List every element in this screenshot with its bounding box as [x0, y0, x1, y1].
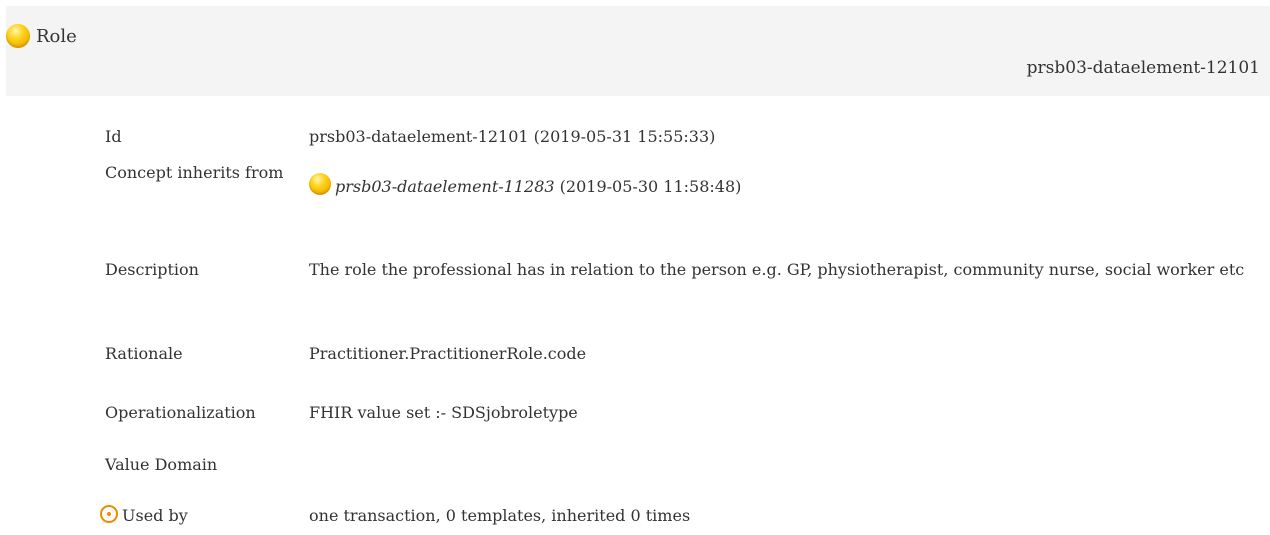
row-inherits: Concept inherits from prsb03-dataelement… — [105, 162, 1249, 198]
row-label: Rationale — [105, 344, 183, 363]
row-label: Id — [105, 127, 122, 146]
row-id: Id prsb03-dataelement-12101 (2019-05-31 … — [105, 126, 1249, 148]
row-value: one transaction, 0 templates, inherited … — [309, 506, 691, 525]
row-value: Practitioner.PractitionerRole.code — [309, 344, 587, 363]
concept-id: prsb03-dataelement-12101 — [1026, 58, 1260, 78]
concept-orb-icon — [6, 24, 30, 48]
row-label: Used by — [100, 505, 309, 527]
row-rationale: Rationale Practitioner.PractitionerRole.… — [105, 343, 1249, 365]
used-by-label: Used by — [122, 506, 188, 525]
concept-header: Role prsb03-dataelement-12101 — [6, 6, 1270, 96]
row-label: Operationalization — [105, 403, 256, 422]
row-value: prsb03-dataelement-12101 (2019-05-31 15:… — [309, 127, 716, 146]
inherits-link[interactable]: prsb03-dataelement-11283 — [335, 177, 555, 196]
concept-title: Role — [36, 25, 77, 47]
row-description: Description The role the professional ha… — [105, 259, 1249, 281]
row-value — [309, 454, 1249, 476]
row-value: prsb03-dataelement-11283 (2019-05-30 11:… — [309, 162, 1249, 198]
row-label: Description — [105, 260, 199, 279]
row-used-by: Used by one transaction, 0 templates, in… — [100, 505, 1249, 527]
row-value: The role the professional has in relatio… — [309, 260, 1245, 279]
concept-title-row: Role — [6, 24, 77, 48]
concept-orb-icon — [309, 173, 331, 195]
row-value: FHIR value set :- SDSjobroletype — [309, 403, 578, 422]
row-value-domain: Value Domain — [105, 454, 1249, 476]
row-label: Value Domain — [105, 455, 218, 474]
row-label: Concept inherits from — [105, 163, 284, 182]
inherits-date: (2019-05-30 11:58:48) — [554, 177, 742, 196]
row-operationalization: Operationalization FHIR value set :- SDS… — [105, 402, 1249, 424]
target-icon — [100, 505, 118, 523]
